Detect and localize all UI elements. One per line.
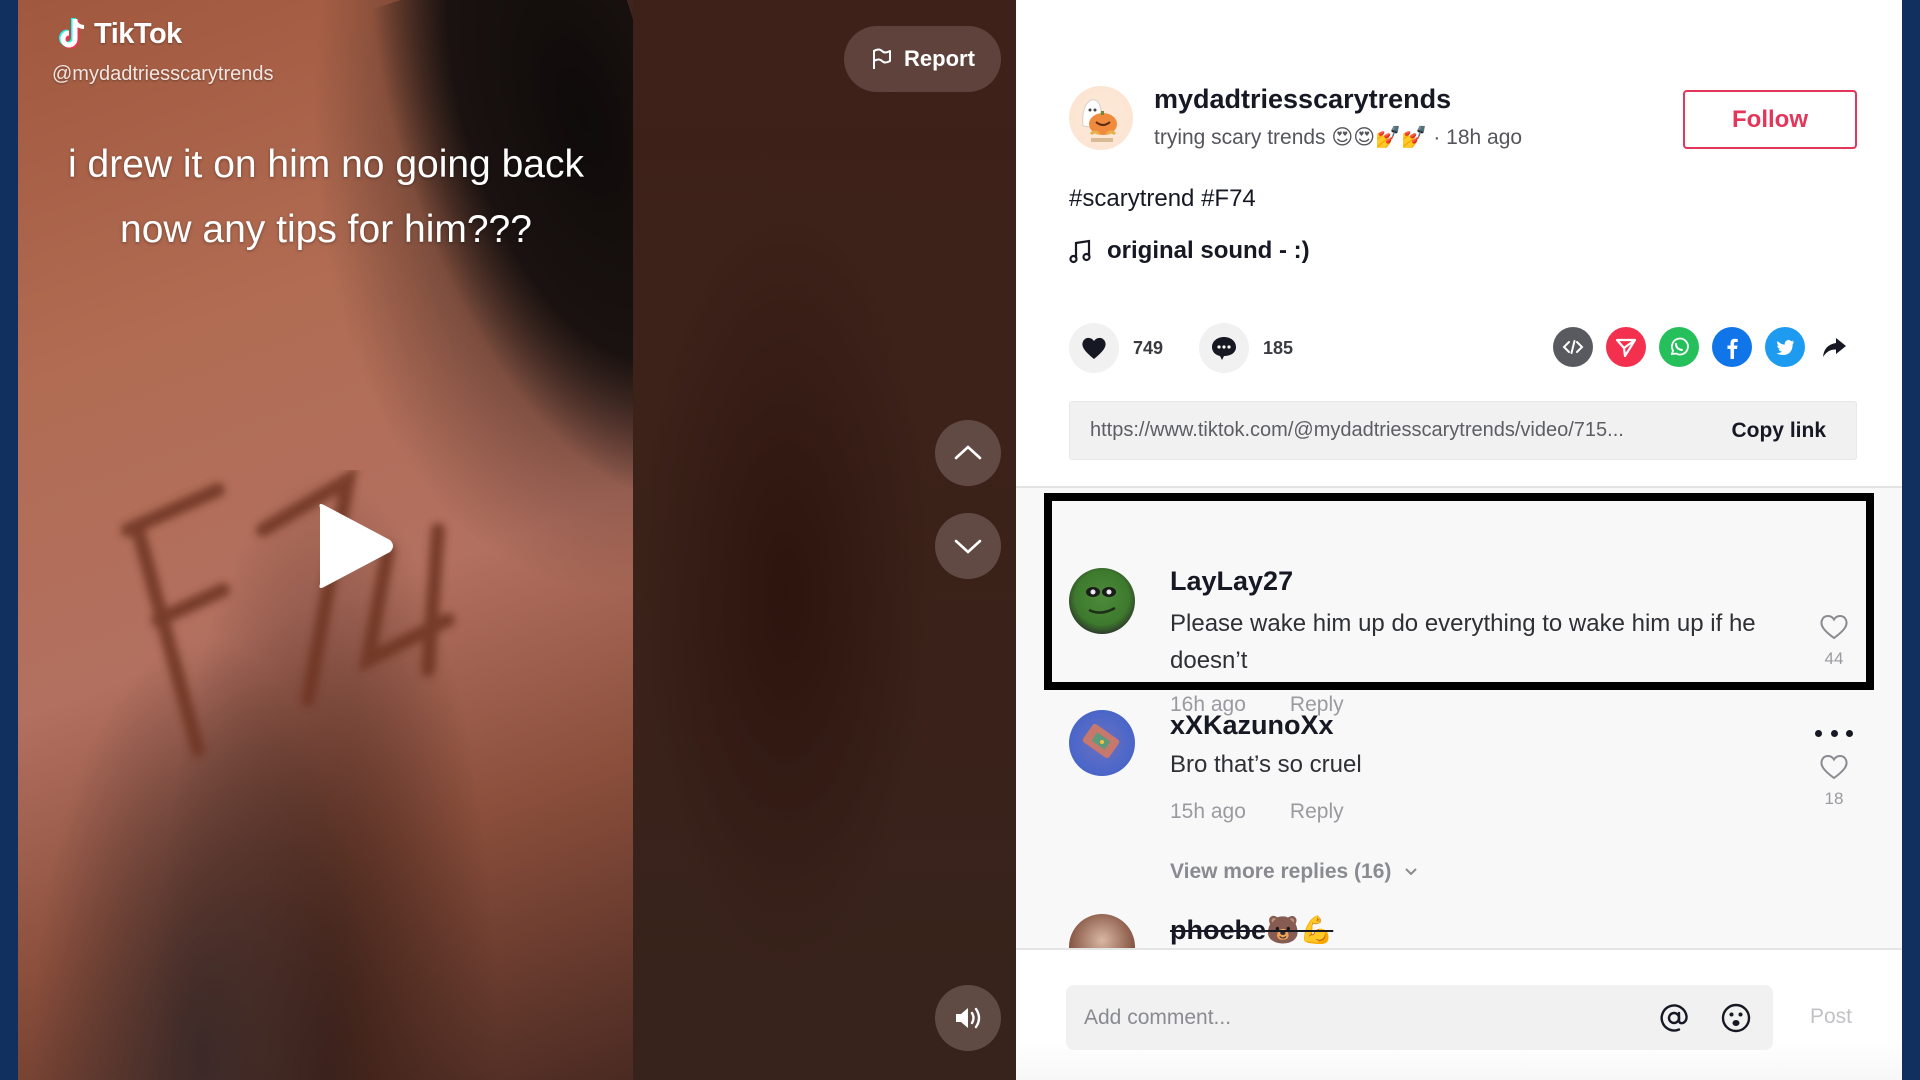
tiktok-brand-label: TikTok: [94, 17, 182, 50]
share-icons: [1553, 327, 1850, 367]
post-time: 18h ago: [1446, 126, 1523, 149]
comment-button[interactable]: [1199, 323, 1249, 373]
sound-link[interactable]: original sound - :): [1069, 237, 1310, 265]
author-username[interactable]: mydadtriesscarytrends: [1154, 84, 1451, 115]
commenter-avatar[interactable]: [1069, 568, 1135, 634]
play-icon[interactable]: [310, 500, 396, 592]
twitter-icon[interactable]: [1765, 327, 1805, 367]
view-more-replies-button[interactable]: View more replies (16): [1170, 860, 1419, 884]
heart-filled-icon: [1082, 337, 1106, 359]
send-to-friends-icon[interactable]: [1606, 327, 1646, 367]
commenter-username[interactable]: LayLay27: [1170, 566, 1293, 597]
cassette-avatar-icon: [1082, 723, 1120, 759]
comment-count: 185: [1263, 337, 1294, 358]
tiktok-logo-icon: [59, 18, 85, 49]
hashtags: #scarytrend #F74: [1069, 185, 1256, 213]
video-player[interactable]: TikTok @mydadtriesscarytrends i drew it …: [18, 0, 1016, 1080]
comment-text: Bro that’s so cruel: [1170, 751, 1362, 778]
comment-stat: 185: [1199, 323, 1293, 373]
commenter-username[interactable]: phoebe🐻💪: [1170, 914, 1333, 946]
comment-like-button[interactable]: 18: [1814, 751, 1854, 809]
video-hair-shadow: [357, 0, 633, 547]
heart-outline-icon: [1820, 615, 1848, 640]
comment-like-count: 18: [1824, 789, 1844, 808]
flag-icon: [873, 48, 892, 69]
post-detail-panel: mydadtriesscarytrends trying scary trend…: [1016, 0, 1902, 1080]
tiktok-watermark: TikTok: [58, 16, 182, 52]
right-frame-border: [1902, 0, 1920, 1080]
reply-button[interactable]: Reply: [1290, 800, 1344, 824]
comment-bubble-icon: [1212, 337, 1236, 360]
post-comment-button[interactable]: Post: [1810, 1005, 1852, 1029]
comment-like-button[interactable]: 44: [1814, 611, 1854, 669]
comment-input[interactable]: [1084, 1005, 1631, 1030]
view-more-replies-label: View more replies (16): [1170, 860, 1392, 883]
facebook-icon[interactable]: [1712, 327, 1752, 367]
commenter-avatar[interactable]: [1069, 710, 1135, 776]
like-count: 749: [1133, 337, 1164, 358]
chevron-up-icon: [954, 445, 982, 460]
follow-button[interactable]: Follow: [1683, 90, 1857, 149]
chevron-down-icon: [954, 539, 982, 554]
heart-outline-icon: [1820, 755, 1848, 780]
halloween-avatar-icon: [1082, 99, 1117, 142]
frog-avatar-icon: [1086, 587, 1116, 614]
more-options-icon[interactable]: [1815, 726, 1853, 740]
video-url[interactable]: https://www.tiktok.com/@mydadtriesscaryt…: [1090, 419, 1624, 442]
embed-icon[interactable]: [1553, 327, 1593, 367]
comment-text: Please wake him up do everything to wake…: [1170, 610, 1756, 674]
like-stat: 749: [1069, 323, 1163, 373]
copy-link-box: https://www.tiktok.com/@mydadtriesscaryt…: [1069, 401, 1857, 460]
watermark-handle: @mydadtriesscarytrends: [52, 63, 274, 85]
share-arrow-icon[interactable]: [1818, 327, 1850, 367]
mention-icon[interactable]: [1655, 999, 1693, 1037]
whatsapp-icon[interactable]: [1659, 327, 1699, 367]
report-label: Report: [904, 46, 975, 71]
left-frame-border: [0, 0, 18, 1080]
hashtag-link[interactable]: #F74: [1201, 185, 1256, 212]
comment-time: 15h ago: [1170, 800, 1246, 823]
previous-video-button[interactable]: [935, 420, 1001, 486]
comment-input-wrapper: [1066, 985, 1773, 1050]
author-avatar[interactable]: [1069, 86, 1133, 150]
chevron-down-icon: [1405, 868, 1418, 876]
comment-meta: 15h ago Reply: [1170, 800, 1344, 824]
comment-list[interactable]: LayLay27 Please wake him up do everythin…: [1016, 488, 1902, 948]
next-video-button[interactable]: [935, 513, 1001, 579]
hashtag-link[interactable]: #scarytrend: [1069, 185, 1194, 212]
author-subtitle: trying scary trends 😍😍💅💅 · 18h ago: [1154, 125, 1522, 150]
volume-button[interactable]: [935, 985, 1001, 1051]
author-nickname: trying scary trends 😍😍💅💅: [1154, 126, 1428, 149]
video-caption: i drew it on him no going back now any t…: [68, 143, 584, 251]
commenter-username[interactable]: xXKazunoXx: [1170, 710, 1334, 741]
music-note-icon: [1069, 239, 1091, 264]
emoji-icon[interactable]: [1717, 999, 1755, 1037]
video-drawn-f74: [121, 470, 455, 757]
sound-title: original sound - :): [1107, 237, 1310, 264]
copy-link-button[interactable]: Copy link: [1731, 419, 1826, 443]
volume-icon: [956, 1007, 981, 1029]
comment-like-count: 44: [1824, 649, 1844, 668]
separator-dot: ·: [1433, 126, 1447, 149]
commenter-avatar[interactable]: [1069, 914, 1135, 948]
report-button[interactable]: Report: [844, 26, 1001, 92]
like-button[interactable]: [1069, 323, 1119, 373]
comment-composer: Post: [1016, 950, 1902, 1080]
